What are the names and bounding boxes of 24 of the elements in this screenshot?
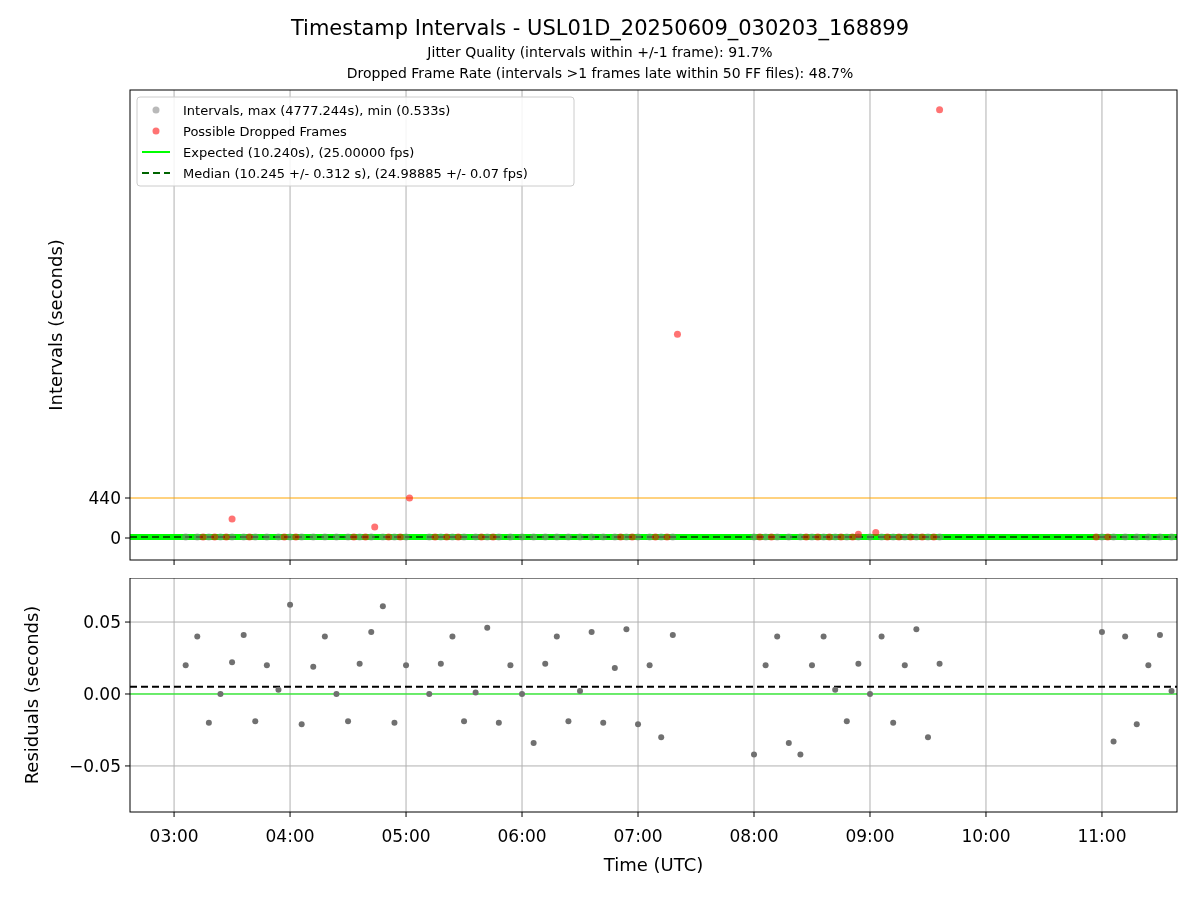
axis-tick-label: 440 [88,488,121,508]
axis-tick-label: 09:00 [845,826,895,846]
axis-tick-label: 11:00 [1077,826,1127,846]
axis-tick-label: 0 [110,528,121,548]
axis-tick-label: 07:00 [613,826,663,846]
axis-tick-label: 0.05 [83,612,121,633]
axis-tick-label: 05:00 [381,826,431,846]
axis-tick-label: 10:00 [961,826,1011,846]
axis-title: Residuals (seconds) [21,605,42,785]
axis-tick-label: 0.00 [83,684,121,704]
legend-label: Possible Dropped Frames [183,124,347,139]
axis-tick-label: 08:00 [729,826,779,846]
legend-label: Median (10.245 +/- 0.312 s), (24.98885 +/- 0.07 fps) [183,166,528,181]
figure-subtitle: Dropped Frame Rate (intervals >1 frames late within 50 FF files): 48.7% [346,64,854,83]
figure-subtitle: Jitter Quality (intervals within +/-1 frame): 91.7% [427,43,773,62]
axis-tick-label: 04:00 [265,826,315,846]
figure-title: Timestamp Intervals - USL01D_20250609_030203_168899 [290,15,910,42]
legend-label: Expected (10.240s), (25.00000 fps) [183,145,415,160]
axis-title: Intervals (seconds) [45,239,66,411]
axis-tick-label: 06:00 [497,826,547,846]
axis-tick-label: −0.05 [68,755,121,776]
axis-tick-label: 03:00 [149,826,199,846]
legend-label: Intervals, max (4777.244s), min (0.533s) [183,103,451,118]
axis-title: Time (UTC) [603,854,704,875]
